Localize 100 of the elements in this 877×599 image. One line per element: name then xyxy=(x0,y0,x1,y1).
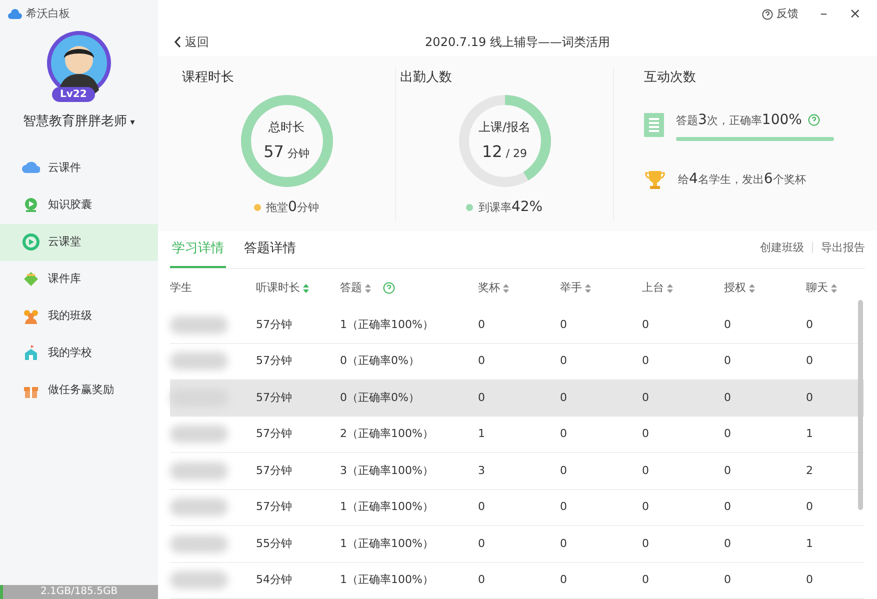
stat-title: 课程时长 xyxy=(182,69,235,87)
table-cell: 1 xyxy=(802,526,864,562)
column-header: 学生 xyxy=(170,280,193,296)
nav-item[interactable]: 云课件 xyxy=(0,150,158,186)
school-icon xyxy=(22,344,40,362)
table-cell: 0 xyxy=(556,380,638,416)
level-badge: Lv22 xyxy=(52,87,95,102)
column-header[interactable]: 聊天 xyxy=(802,269,864,307)
stat-title: 互动次数 xyxy=(644,69,697,87)
table-cell: 0 xyxy=(638,453,720,490)
sort-icon xyxy=(365,284,371,292)
column-header[interactable]: 授权 xyxy=(720,269,802,307)
diamond-icon xyxy=(22,270,40,288)
table-cell: 0 xyxy=(720,490,802,526)
nav-item[interactable]: 知识胶囊 xyxy=(0,186,158,224)
people-icon xyxy=(22,307,40,325)
close-button[interactable]: × xyxy=(845,4,865,24)
table-cell: 0 xyxy=(802,562,864,599)
help-icon xyxy=(762,8,774,20)
table-cell: 0（正确率0%） xyxy=(340,380,474,416)
table-cell: 0 xyxy=(556,453,638,490)
nav-item[interactable]: 课件库 xyxy=(0,260,158,298)
table-cell: 0 xyxy=(638,307,720,344)
stat-value: 57 xyxy=(264,142,284,160)
table-cell: 1（正确率100%） xyxy=(340,307,474,344)
nav-item[interactable]: 做任务赢奖励 xyxy=(0,372,158,408)
storage-text: 2.1GB/185.5GB xyxy=(39,585,119,599)
table-cell: 0 xyxy=(638,562,720,599)
table-cell: 0 xyxy=(802,380,864,416)
table-cell: 0 xyxy=(638,416,720,453)
table-cell: 0 xyxy=(638,490,720,526)
sort-icon xyxy=(749,284,755,292)
table-cell: 57分钟 xyxy=(256,490,340,526)
stat-note: 拖堂0分钟 xyxy=(266,198,319,216)
caret-icon[interactable]: ▾ xyxy=(130,118,135,128)
app-title: 希沃白板 xyxy=(26,6,70,22)
sort-icon xyxy=(585,284,591,292)
table-cell: 0 xyxy=(720,307,802,344)
scrollbar[interactable] xyxy=(858,300,863,510)
table-cell: 57分钟 xyxy=(256,380,340,416)
nav-item[interactable]: 云课堂 xyxy=(0,224,158,260)
table-cell: 0 xyxy=(474,526,556,562)
table-cell: 0 xyxy=(556,526,638,562)
stat-note: 到课率42% xyxy=(478,198,543,216)
feedback-button[interactable]: 反馈 xyxy=(758,6,802,22)
blurred-name xyxy=(170,425,228,444)
page-title: 2020.7.19 线上辅导——词类活用 xyxy=(425,34,610,51)
back-button[interactable]: 返回 xyxy=(170,33,213,51)
table-cell: 1 xyxy=(474,416,556,453)
table-cell: 0 xyxy=(638,380,720,416)
nav-item[interactable]: 我的班级 xyxy=(0,298,158,334)
table-cell: 57分钟 xyxy=(256,453,340,490)
help-icon xyxy=(808,114,820,126)
action-link[interactable]: 创建班级 xyxy=(760,240,804,256)
play-icon xyxy=(22,196,40,214)
table-cell: 0 xyxy=(556,307,638,344)
tab[interactable]: 答题详情 xyxy=(242,238,298,268)
table-cell: 1（正确率100%） xyxy=(340,490,474,526)
table-cell: 2（正确率100%） xyxy=(340,416,474,453)
stat-unit: 分钟 xyxy=(286,146,310,160)
table-cell: 3 xyxy=(474,453,556,490)
table-cell: 55分钟 xyxy=(256,526,340,562)
column-header[interactable]: 听课时长 xyxy=(256,269,340,307)
blurred-name xyxy=(170,352,228,370)
list-icon xyxy=(644,113,664,137)
sort-icon xyxy=(831,284,837,292)
stat-unit: / 29 xyxy=(504,146,528,160)
nav-item[interactable]: 我的学校 xyxy=(0,334,158,372)
center-label: 总时长 xyxy=(268,118,304,136)
column-header[interactable]: 奖杯 xyxy=(474,269,556,307)
table-cell: 54分钟 xyxy=(256,562,340,599)
table-cell: 0 xyxy=(638,526,720,562)
play-icon xyxy=(22,233,40,251)
sort-icon xyxy=(503,284,509,292)
cloud-icon xyxy=(8,9,22,19)
action-link[interactable]: 导出报告 xyxy=(821,240,865,256)
table-cell: 1（正确率100%） xyxy=(340,562,474,599)
column-header[interactable]: 上台 xyxy=(638,269,720,307)
table-cell: 0 xyxy=(474,490,556,526)
sort-icon xyxy=(667,284,673,292)
blurred-name xyxy=(170,571,228,590)
table-cell: 57分钟 xyxy=(256,416,340,453)
table-cell: 0 xyxy=(474,380,556,416)
blurred-name xyxy=(170,316,228,334)
table-cell: 1（正确率100%） xyxy=(340,526,474,562)
blurred-name xyxy=(170,534,228,553)
table-cell: 0 xyxy=(556,490,638,526)
column-header[interactable]: 答题 xyxy=(340,269,474,307)
award-stats: 给4名学生，发出6个奖杯 xyxy=(678,170,806,189)
table-cell: 0 xyxy=(474,562,556,599)
minimize-button[interactable]: – xyxy=(816,4,832,24)
blurred-name xyxy=(170,462,228,480)
table-cell: 0 xyxy=(720,526,802,562)
avatar-icon xyxy=(46,30,112,96)
sort-icon xyxy=(303,284,309,292)
column-header[interactable]: 举手 xyxy=(556,269,638,307)
center-label: 上课/报名 xyxy=(478,118,531,136)
table-cell: 0 xyxy=(720,380,802,416)
trophy-icon xyxy=(644,168,666,190)
user-name[interactable]: 智慧教育胖胖老师 xyxy=(23,114,128,129)
